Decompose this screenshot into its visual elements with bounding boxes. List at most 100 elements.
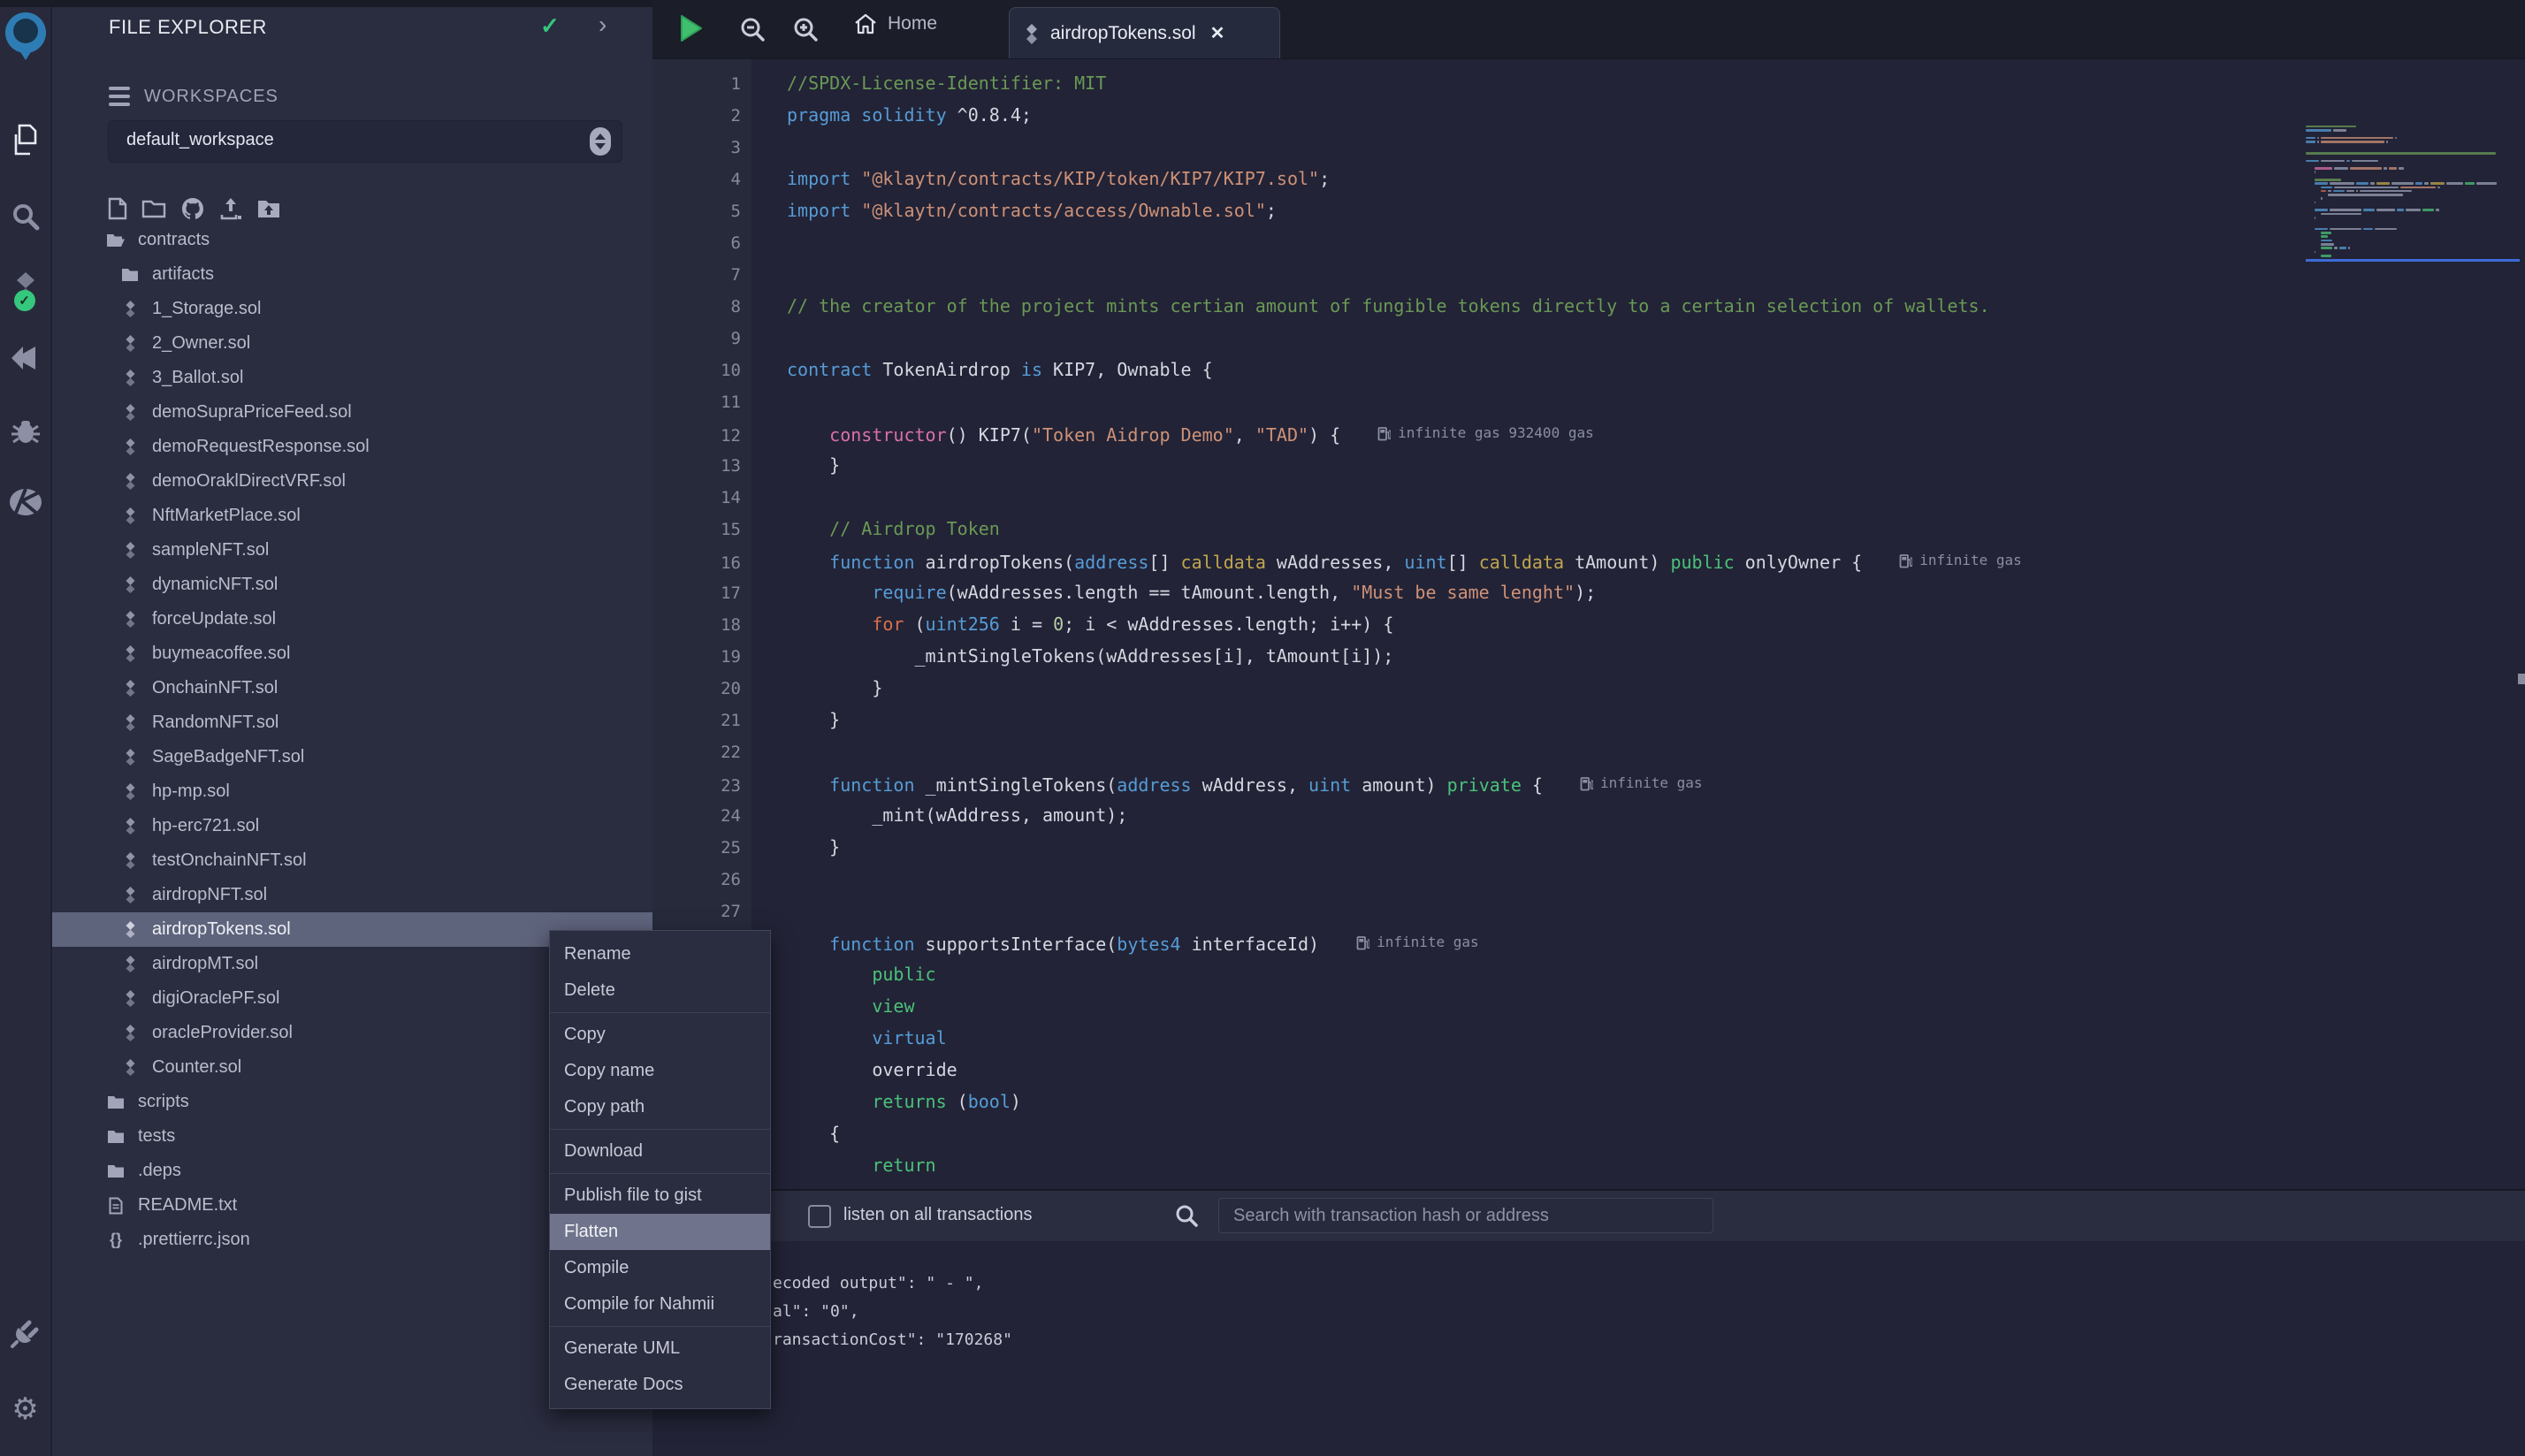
tree-item-testOnchainNFT.sol[interactable]: testOnchainNFT.sol: [52, 843, 652, 878]
tree-item-demoRequestResponse.sol[interactable]: demoRequestResponse.sol: [52, 430, 652, 464]
sol-icon: [120, 301, 140, 317]
minimap[interactable]: [2306, 125, 2520, 262]
code-line[interactable]: 12 constructor() KIP7("Token Aidrop Demo…: [652, 417, 2525, 449]
code-line[interactable]: 23 function _mintSingleTokens(address wA…: [652, 767, 2525, 799]
chevron-right-icon[interactable]: ›: [599, 11, 606, 39]
code-line[interactable]: public: [652, 958, 2525, 990]
code-line[interactable]: 16 function airdropTokens(address[] call…: [652, 545, 2525, 576]
tree-item-forceUpdate.sol[interactable]: forceUpdate.sol: [52, 602, 652, 637]
menu-item-flatten[interactable]: Flatten: [550, 1214, 770, 1250]
tab-close-icon[interactable]: ✕: [1210, 22, 1225, 44]
line-number: 18: [652, 609, 741, 641]
code-line[interactable]: 17 require(wAddresses.length == tAmount.…: [652, 576, 2525, 608]
code-line[interactable]: 26: [652, 863, 2525, 895]
code-line[interactable]: 21 }: [652, 704, 2525, 736]
gas-estimate: infinite gas: [1356, 926, 1479, 958]
tree-item-dynamicNFT.sol[interactable]: dynamicNFT.sol: [52, 568, 652, 602]
menu-item-copy-name[interactable]: Copy name: [550, 1053, 770, 1089]
code-line[interactable]: 9: [652, 322, 2525, 354]
app-logo[interactable]: [0, 12, 50, 53]
listen-checkbox[interactable]: [808, 1205, 831, 1228]
menu-item-compile-for-nahmii[interactable]: Compile for Nahmii: [550, 1286, 770, 1323]
menu-item-copy-path[interactable]: Copy path: [550, 1089, 770, 1125]
transaction-search-input[interactable]: [1218, 1198, 1713, 1233]
code-line[interactable]: 18 for (uint256 i = 0; i < wAddresses.le…: [652, 608, 2525, 640]
code-line[interactable]: 1//SPDX-License-Identifier: MIT: [652, 67, 2525, 99]
line-number: 14: [652, 482, 741, 514]
tree-item-contracts[interactable]: contracts: [52, 223, 652, 257]
workspace-select[interactable]: default_workspace: [108, 120, 622, 163]
code-line[interactable]: {: [652, 1117, 2525, 1149]
file-explorer-icon[interactable]: [0, 124, 50, 157]
tree-item-hp-mp.sol[interactable]: hp-mp.sol: [52, 774, 652, 809]
menu-item-rename[interactable]: Rename: [550, 936, 770, 972]
tree-item-OnchainNFT.sol[interactable]: OnchainNFT.sol: [52, 671, 652, 705]
code-line[interactable]: 13 }: [652, 449, 2525, 481]
code-line[interactable]: 8// the creator of the project mints cer…: [652, 290, 2525, 322]
code-line[interactable]: 24 _mint(wAddress, amount);: [652, 799, 2525, 831]
code-line[interactable]: 4import "@klaytn/contracts/KIP/token/KIP…: [652, 163, 2525, 194]
plugin-manager-icon[interactable]: [0, 1315, 50, 1349]
tree-item-sampleNFT.sol[interactable]: sampleNFT.sol: [52, 533, 652, 568]
file-toolbar: [108, 196, 281, 221]
menu-item-copy[interactable]: Copy: [550, 1017, 770, 1053]
tab-airdroptokens[interactable]: airdropTokens.sol ✕: [1009, 7, 1280, 58]
menu-item-compile[interactable]: Compile: [550, 1250, 770, 1286]
run-icon[interactable]: [679, 14, 704, 42]
code-line[interactable]: 19 _mintSingleTokens(wAddresses[i], tAmo…: [652, 640, 2525, 672]
tree-item-2_Owner.sol[interactable]: 2_Owner.sol: [52, 326, 652, 361]
tree-item-demoSupraPriceFeed.sol[interactable]: demoSupraPriceFeed.sol: [52, 395, 652, 430]
code-line[interactable]: 5import "@klaytn/contracts/access/Ownabl…: [652, 194, 2525, 226]
tab-home[interactable]: Home: [854, 12, 937, 35]
code-line[interactable]: view: [652, 990, 2525, 1022]
code-editor[interactable]: 1//SPDX-License-Identifier: MIT2pragma s…: [652, 59, 2525, 1189]
code-line[interactable]: 11: [652, 385, 2525, 417]
tree-item-3_Ballot.sol[interactable]: 3_Ballot.sol: [52, 361, 652, 395]
code-line[interactable]: 2pragma solidity ^0.8.4;: [652, 99, 2525, 131]
code-line[interactable]: return: [652, 1149, 2525, 1181]
code-line[interactable]: 3: [652, 131, 2525, 163]
code-line[interactable]: 7: [652, 258, 2525, 290]
tree-item-buymeacoffee.sol[interactable]: buymeacoffee.sol: [52, 637, 652, 671]
new-file-icon[interactable]: [108, 197, 127, 220]
code-line[interactable]: 15 // Airdrop Token: [652, 513, 2525, 545]
tree-item-SageBadgeNFT.sol[interactable]: SageBadgeNFT.sol: [52, 740, 652, 774]
code-line[interactable]: 27: [652, 895, 2525, 926]
klaytn-plugin-icon[interactable]: [0, 486, 50, 518]
menu-item-delete[interactable]: Delete: [550, 972, 770, 1009]
tree-item-label: .prettierrc.json: [138, 1230, 250, 1250]
debugger-icon[interactable]: [0, 415, 50, 446]
search-icon[interactable]: [0, 202, 50, 232]
deploy-run-icon[interactable]: [0, 343, 50, 373]
tree-item-NftMarketPlace.sol[interactable]: NftMarketPlace.sol: [52, 499, 652, 533]
code-line[interactable]: function supportsInterface(bytes4 interf…: [652, 926, 2525, 958]
tree-item-hp-erc721.sol[interactable]: hp-erc721.sol: [52, 809, 652, 843]
hamburger-icon[interactable]: [109, 87, 130, 111]
solidity-compiler-icon[interactable]: ✓: [0, 271, 50, 306]
code-line[interactable]: override: [652, 1054, 2525, 1086]
menu-item-generate-uml[interactable]: Generate UML: [550, 1330, 770, 1367]
tree-item-RandomNFT.sol[interactable]: RandomNFT.sol: [52, 705, 652, 740]
code-line[interactable]: virtual: [652, 1022, 2525, 1054]
menu-item-publish-file-to-gist[interactable]: Publish file to gist: [550, 1178, 770, 1214]
code-line[interactable]: 6: [652, 226, 2525, 258]
zoom-out-icon[interactable]: [739, 16, 766, 42]
tree-item-artifacts[interactable]: artifacts: [52, 257, 652, 292]
code-line[interactable]: returns (bool): [652, 1086, 2525, 1117]
settings-icon[interactable]: ⚙: [0, 1391, 50, 1427]
new-folder-icon[interactable]: [141, 198, 166, 219]
tree-item-1_Storage.sol[interactable]: 1_Storage.sol: [52, 292, 652, 326]
code-line[interactable]: 10contract TokenAirdrop is KIP7, Ownable…: [652, 354, 2525, 385]
code-line[interactable]: 22: [652, 736, 2525, 767]
zoom-in-icon[interactable]: [792, 16, 819, 42]
menu-item-download[interactable]: Download: [550, 1133, 770, 1170]
menu-item-generate-docs[interactable]: Generate Docs: [550, 1367, 770, 1403]
code-line[interactable]: 20 }: [652, 672, 2525, 704]
upload-file-icon[interactable]: [219, 197, 242, 220]
code-line[interactable]: 25 }: [652, 831, 2525, 863]
tree-item-demoOraklDirectVRF.sol[interactable]: demoOraklDirectVRF.sol: [52, 464, 652, 499]
code-line[interactable]: 14: [652, 481, 2525, 513]
upload-folder-icon[interactable]: [256, 198, 281, 219]
tree-item-airdropNFT.sol[interactable]: airdropNFT.sol: [52, 878, 652, 912]
github-icon[interactable]: [180, 196, 205, 221]
